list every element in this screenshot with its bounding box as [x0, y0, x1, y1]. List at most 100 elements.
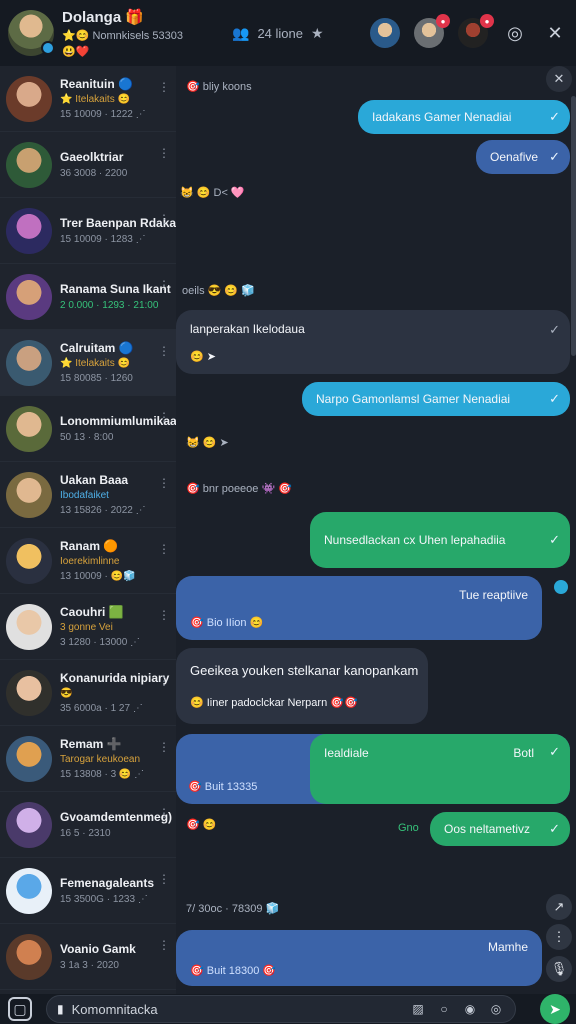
sent-message[interactable]: Narpo Gamonlamsl Gamer Nenadiai ✓: [302, 382, 570, 416]
contact-avatar[interactable]: [6, 75, 52, 122]
contact-avatar[interactable]: [6, 669, 52, 716]
profile-avatar[interactable]: [8, 10, 55, 56]
contact-item[interactable]: Ranam 🟠 Ioerekimlinne 13 10009 · 😊🧊 ⋮: [0, 528, 176, 594]
more-options-icon[interactable]: ⋮: [158, 806, 170, 820]
contact-item[interactable]: Remam ➕ Tarogar keukoean 15 13808 · 3 😊 …: [0, 726, 176, 792]
more-options-icon[interactable]: ⋮: [158, 278, 170, 292]
message-meta: 🎯 Buit 13335: [188, 781, 258, 793]
read-check-icon: ✓: [549, 821, 560, 836]
sent-message[interactable]: Oos neltametivz ✓: [430, 812, 570, 846]
contact-avatar[interactable]: [6, 735, 52, 782]
message-extra: Botl: [513, 746, 534, 760]
received-message[interactable]: Mamhe 🎯 Buit 18300 🎯: [176, 930, 542, 986]
contact-meta: 15 10009 · 1222 ⋰: [60, 109, 146, 120]
more-icon[interactable]: ⋮: [546, 924, 572, 950]
contact-meta: 13 15826 · 2022 ⋰: [60, 505, 146, 516]
header-actions: ● ● ◎ ✕: [370, 14, 568, 48]
message-meta: 😸 😊 D< 🩷: [180, 187, 245, 199]
contact-avatar[interactable]: [6, 405, 52, 452]
contact-meta: 15 80085 · 1260: [60, 373, 133, 384]
contact-meta: 15 13808 · 3 😊 ⋰: [60, 769, 145, 780]
contact-avatar[interactable]: [6, 207, 52, 254]
mic-icon[interactable]: 🎙: [546, 956, 572, 982]
received-message[interactable]: Tue reaptiive 🎯 Bio IIion 😊: [176, 576, 542, 640]
contact-item[interactable]: Gvoamdemtenmeg) 16 5 · 2310 ⋮: [0, 792, 176, 858]
contact-item[interactable]: Femenagaleants 15 3500G · 1233 ⋰ ⋮: [0, 858, 176, 924]
more-options-icon[interactable]: ⋮: [158, 410, 170, 424]
attach-icon[interactable]: ▢: [8, 997, 32, 1021]
contact-item[interactable]: Trer Baenpan Rdaka 15 10009 · 1283 ⋰ ⋮: [0, 198, 176, 264]
message-meta: Gno: [398, 822, 419, 834]
contact-item[interactable]: Gaeolktriar 36 3008 · 2200 ⋮: [0, 132, 176, 198]
friend-avatar[interactable]: ●: [458, 14, 494, 48]
friend-avatar[interactable]: [370, 18, 400, 48]
contact-subtitle: Ioerekimlinne: [60, 556, 120, 567]
sent-message[interactable]: Iadakans Gamer Nenadiai ✓: [358, 100, 570, 134]
contact-item[interactable]: Lonommiumlumikaa) 50 13 · 8:00 ⋮: [0, 396, 176, 462]
sticker-icon[interactable]: ◉: [461, 1000, 479, 1018]
star-icon[interactable]: ★: [311, 25, 324, 42]
contact-meta: 3 1a 3 · 2020: [60, 960, 119, 971]
contact-item[interactable]: Voanio Gamk 3 1a 3 · 2020 ⋮: [0, 924, 176, 990]
contact-avatar[interactable]: [6, 339, 52, 386]
contact-meta: 50 13 · 8:00: [60, 432, 114, 443]
more-options-icon[interactable]: ⋮: [158, 608, 170, 622]
message-text: Iadakans Gamer Nenadiai: [372, 110, 512, 124]
more-options-icon[interactable]: ⋮: [158, 740, 170, 754]
contact-list: Reanituin 🔵 ⭐ Itelakaits 😊 15 10009 · 12…: [0, 66, 176, 994]
contact-avatar[interactable]: [6, 801, 52, 848]
more-options-icon[interactable]: ⋮: [158, 344, 170, 358]
profile-reactions: 😃❤️: [62, 46, 90, 58]
more-options-icon[interactable]: ⋮: [158, 938, 170, 952]
emoji-icon[interactable]: ○: [435, 1000, 453, 1018]
contact-item[interactable]: Uakan Baaa Ibodafaiket 13 15826 · 2022 ⋰…: [0, 462, 176, 528]
image-icon[interactable]: ▨: [409, 1000, 427, 1018]
contact-subtitle: Ibodafaiket: [60, 490, 109, 501]
contact-meta: 16 5 · 2310: [60, 828, 111, 839]
sent-message[interactable]: Iealdiale Botl ✓: [310, 734, 570, 804]
contact-meta: 15 3500G · 1233 ⋰: [60, 894, 148, 905]
contact-subtitle: 3 gonne Vei: [60, 622, 113, 633]
received-message[interactable]: lanperakan Ikelodaua 😊 ➤ ✓: [176, 310, 570, 374]
more-options-icon[interactable]: ⋮: [158, 542, 170, 556]
contact-avatar[interactable]: [6, 537, 52, 584]
unread-dot: [554, 580, 568, 594]
contact-item[interactable]: Konanurida nipiary 😎 35 6000a · 1 27 ⋰ ⋮: [0, 660, 176, 726]
read-check-icon: ✓: [549, 532, 560, 547]
close-icon[interactable]: ✕: [542, 20, 568, 46]
contact-meta: 3 1280 · 13000 ⋰: [60, 637, 141, 648]
contact-avatar[interactable]: [6, 603, 52, 650]
more-options-icon[interactable]: ⋮: [158, 476, 170, 490]
contact-item[interactable]: Calruitam 🔵 ⭐ Itelakaits 😊 15 80085 · 12…: [0, 330, 176, 396]
profile-name: Dolanga 🎁: [62, 9, 145, 26]
camera-icon[interactable]: ◎: [502, 20, 528, 46]
share-icon[interactable]: ↗: [546, 894, 572, 920]
contact-avatar[interactable]: [6, 273, 52, 320]
friend-avatar[interactable]: ●: [414, 14, 450, 48]
message-reactions: 😊 Iiner padoclckar Nerparn 🎯🎯: [190, 697, 358, 709]
received-message[interactable]: Geeikea youken stelkanar kanopankam 😊 Ii…: [176, 648, 428, 724]
contact-avatar[interactable]: [6, 471, 52, 518]
sent-message[interactable]: Nunsedlackan cx Uhen lepahadiia ✓: [310, 512, 570, 568]
contact-avatar[interactable]: [6, 933, 52, 980]
scrollbar[interactable]: [571, 96, 576, 356]
sent-message[interactable]: Oenafive ✓: [476, 140, 570, 174]
contact-avatar[interactable]: [6, 141, 52, 188]
message-input[interactable]: [71, 1001, 401, 1017]
contact-item[interactable]: Reanituin 🔵 ⭐ Itelakaits 😊 15 10009 · 12…: [0, 66, 176, 132]
contact-avatar[interactable]: [6, 867, 52, 914]
contact-item[interactable]: Ranama Suna Ikant 2 0.000 · 1293 · 21:00…: [0, 264, 176, 330]
more-options-icon[interactable]: ⋮: [158, 80, 170, 94]
more-options-icon[interactable]: ⋮: [158, 146, 170, 160]
close-chat-icon[interactable]: ✕: [546, 66, 572, 92]
gif-icon[interactable]: ◎: [487, 1000, 505, 1018]
message-meta: 😸 😊 ➤: [186, 437, 229, 449]
contact-item[interactable]: Caouhri 🟩 3 gonne Vei 3 1280 · 13000 ⋰ ⋮: [0, 594, 176, 660]
more-options-icon[interactable]: ⋮: [158, 674, 170, 688]
more-options-icon[interactable]: ⋮: [158, 212, 170, 226]
message-meta: 🎯 😊: [186, 819, 217, 831]
contact-subtitle: ⭐ Itelakaits 😊: [60, 358, 130, 369]
more-options-icon[interactable]: ⋮: [158, 872, 170, 886]
send-button[interactable]: ➤: [540, 994, 570, 1024]
message-reactions: 🎯 Buit 18300 🎯: [190, 964, 277, 977]
